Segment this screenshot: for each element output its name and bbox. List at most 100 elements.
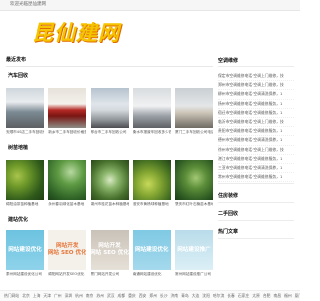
footer-link[interactable]: 长沙 [160, 293, 168, 298]
footer-link[interactable]: 上海 [33, 293, 41, 298]
post-caption[interactable]: 邢台市二手车回收公司 [91, 130, 129, 135]
sidebar-link[interactable]: 郑州市空调维修电话·空调上门维修，技 [218, 81, 294, 91]
footer-link[interactable]: 长春 [227, 293, 235, 298]
footer-link[interactable]: 天津 [43, 293, 51, 298]
site-logo[interactable]: 昆仙建网 [32, 19, 120, 45]
footer-link[interactable]: 西安 [139, 293, 147, 298]
thumbnail-text: 网站建设优化 [134, 246, 169, 253]
post-thumbnail[interactable] [48, 160, 87, 200]
post-card[interactable]: 网站建设优化 南通网站建设优化 [132, 230, 171, 290]
footer-link[interactable]: 沈阳 [202, 293, 210, 298]
post-caption[interactable]: 永州春羽绿化苗木基地 [48, 202, 86, 207]
section-title-seo[interactable]: 建站优化 [8, 217, 28, 224]
footer-link[interactable]: 太原 [252, 293, 260, 298]
post-card[interactable]: 邢台市二手车回收公司 [90, 88, 129, 148]
thumbnail-text: 网站开发 [98, 243, 121, 249]
post-card[interactable]: 绵阳油茶苗种植基地 [6, 160, 44, 220]
sidebar-link[interactable]: 常州市空调维修电话·空调维修服务，1 [218, 173, 294, 183]
post-card[interactable]: 衡水市报废车回收多少钱 [132, 88, 171, 148]
post-caption[interactable]: 泰州网站建设优化公司 [6, 272, 44, 277]
post-card[interactable]: 安顺市4S店二手车回收价格 [6, 88, 44, 148]
sidebar-link[interactable]: 三亚市空调维修电话·空调清洗保养，1 [218, 164, 294, 174]
footer-link[interactable]: 厦门 [295, 293, 300, 298]
footer-link[interactable]: 青岛 [181, 293, 189, 298]
post-caption[interactable]: 湖州市桂花苗木种植基地 [91, 202, 129, 207]
divider [218, 220, 294, 221]
footer-link[interactable]: 北京 [22, 293, 30, 298]
post-caption[interactable]: 南通网站建设优化 [133, 272, 171, 277]
seo-grid: 网站建设优化 泰州网站建设优化公司 网站开发 网站 SEO 优化 绵阳网站开发SEO优化… [6, 230, 213, 290]
post-caption[interactable]: 绵阳网站开发SEO优化 [48, 272, 86, 277]
post-card[interactable]: 网站开发 网站 SEO 优化绵阳网站开发SEO优化 [48, 230, 87, 290]
sidebar-link[interactable]: 湛江市空调维修电话·空调维修服务，1 [218, 155, 294, 164]
footer-link[interactable]: 成都 [118, 293, 126, 298]
post-caption[interactable]: 淮安市黄杨球种植基地 [133, 202, 171, 207]
post-thumbnail[interactable]: 网站开发 网站 SEO 优化 [48, 230, 87, 270]
post-card[interactable]: 厦门二手车回收公司电话 [175, 88, 213, 148]
footer-link[interactable]: 重庆 [128, 293, 136, 298]
post-card[interactable]: 网站建设优化泰州网站建设优化公司 [6, 230, 44, 290]
sidebar-link[interactable]: 宿迁市空调维修电话·空调维修服务，1 [218, 109, 294, 118]
section-title-tree[interactable]: 树苗培植 [8, 145, 28, 152]
post-thumbnail[interactable] [6, 88, 44, 128]
footer-link[interactable]: 福州 [284, 293, 292, 298]
post-thumbnail[interactable] [48, 88, 87, 128]
post-caption[interactable]: 肇庆市红叶石楠苗木基地 [175, 202, 213, 207]
footer-link[interactable]: 南京 [86, 293, 94, 298]
post-caption[interactable]: 衡水市报废车回收多少钱 [133, 130, 171, 135]
footer-link[interactable]: 南昌 [273, 293, 281, 298]
post-thumbnail[interactable] [132, 88, 171, 128]
post-caption[interactable]: 新乡市二手车回收价格查询 [48, 130, 86, 135]
footer-link[interactable]: 深圳 [65, 293, 73, 298]
post-caption[interactable]: 厦门二手车回收公司电话 [175, 130, 213, 135]
post-thumbnail[interactable] [90, 88, 129, 128]
footer-link[interactable]: 哈尔滨 [213, 293, 224, 298]
sidebar-link[interactable]: 保定市空调维修电话·空调上门维修，技 [218, 72, 294, 82]
footer-link[interactable]: 广州 [54, 293, 62, 298]
footer-link[interactable]: 大连 [192, 293, 200, 298]
post-card[interactable]: 新乡市二手车回收价格查询 [48, 88, 87, 148]
post-card[interactable]: 淮安市黄杨球种植基地 [132, 160, 171, 220]
sidebar-link[interactable]: 德州市空调维修电话·空调清洗保养，1 [218, 136, 294, 146]
sidebar-link[interactable]: 贵阳市空调维修电话·空调维修服务，1 [218, 127, 294, 137]
footer-link[interactable]: 郑州 [149, 293, 157, 298]
divider [218, 238, 294, 239]
footer-link[interactable]: 热门网站 [4, 293, 19, 298]
footer-link[interactable]: 苏州 [96, 293, 104, 298]
sidebar-link[interactable]: 徐州市空调维修电话·空调上门维修，技 [218, 146, 294, 155]
footer-link[interactable]: 石家庄 [238, 293, 249, 298]
sidebar-link[interactable]: 临沂市空调维修电话·空调上门维修，技 [218, 118, 294, 128]
post-card[interactable]: 网站开发 网站 SEO 优化厦门网站开发公司 [90, 230, 129, 290]
post-caption[interactable]: 厦门网站开发公司 [91, 272, 129, 277]
post-card[interactable]: 肇庆市红叶石楠苗木基地 [175, 160, 213, 220]
post-thumbnail[interactable]: 网站开发 网站 SEO 优化 [90, 230, 129, 270]
thumbnail-text: 网站 SEO 优化 [48, 250, 87, 256]
post-card[interactable]: 湖州市桂花苗木种植基地 [90, 160, 129, 220]
section-title-car[interactable]: 汽车回收 [8, 73, 28, 80]
footer-link[interactable]: 合肥 [263, 293, 271, 298]
post-caption[interactable]: 安顺市4S店二手车回收价格 [6, 130, 44, 135]
post-thumbnail[interactable] [175, 88, 213, 128]
tree-grid: 绵阳油茶苗种植基地 永州春羽绿化苗木基地 湖州市桂花苗木种植基地 淮安市黄杨球种植基地… [6, 160, 213, 220]
sidebar-link[interactable]: 柳州市空调维修电话·空调清洗保养，1 [218, 90, 294, 100]
divider [218, 202, 294, 203]
post-thumbnail[interactable] [6, 160, 44, 200]
post-caption[interactable]: 绵阳油茶苗种植基地 [6, 202, 44, 207]
sidebar-link[interactable]: 扬州市空调维修电话·空调维修服务，1 [218, 100, 294, 109]
post-thumbnail[interactable]: 网站建设优化 [6, 230, 44, 270]
post-thumbnail[interactable]: 网站建设优化 [132, 230, 171, 270]
post-thumbnail[interactable] [132, 160, 171, 200]
post-card[interactable]: 永州春羽绿化苗木基地 [48, 160, 87, 220]
footer-link[interactable]: 武汉 [107, 293, 115, 298]
welcome-text: 欢迎光临昆仙建网 [10, 2, 46, 7]
post-thumbnail[interactable] [175, 160, 213, 200]
post-caption[interactable]: 常州网站建设推广公司 [175, 272, 213, 277]
sidebar-title-ac: 空调维修 [218, 58, 239, 64]
post-card[interactable]: 网站建设推广常州网站建设推广公司 [175, 230, 213, 290]
post-thumbnail[interactable]: 网站建设推广 [175, 230, 213, 270]
footer-link[interactable]: 杭州 [75, 293, 83, 298]
post-thumbnail[interactable] [90, 160, 129, 200]
divider [6, 66, 213, 67]
footer-link[interactable]: 济南 [171, 293, 179, 298]
main-content: 最近发布 汽车回收 安顺市4S店二手车回收价格新乡市二手车回收价格查询邢台市二手… [6, 57, 213, 283]
